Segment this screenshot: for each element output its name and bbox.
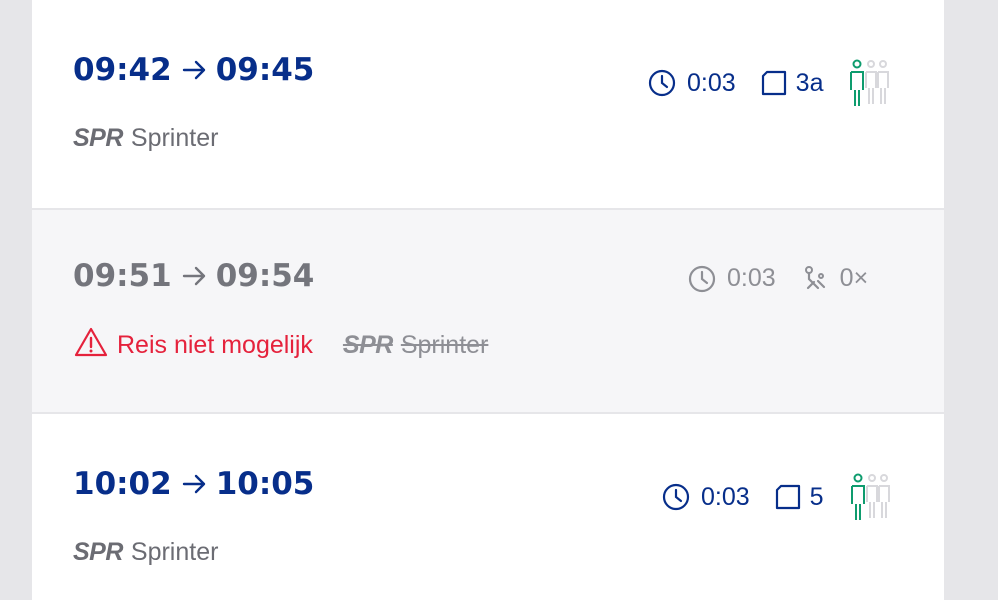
product-code: SPR	[342, 331, 393, 359]
trip-duration: 0:03	[727, 264, 776, 292]
product-name: Sprinter	[130, 124, 219, 152]
trip-option-cancelled[interactable]: 09:51 09:54 Reis niet mogelijk SPR Sprin…	[32, 210, 944, 412]
departure-time: 09:51	[73, 258, 172, 294]
arrival-time: 09:45	[215, 52, 315, 88]
trip-meta: 0:03 5	[662, 472, 896, 522]
clock-icon	[662, 483, 690, 511]
clock-icon	[688, 265, 716, 293]
product-name: Sprinter	[130, 538, 219, 566]
trip-status-row: Reis niet mogelijk SPR Sprinter	[73, 326, 488, 365]
arrow-right-icon	[182, 58, 208, 82]
transfer-count: 0×	[839, 264, 869, 292]
trip-duration: 0:03	[701, 482, 750, 511]
trip-option[interactable]: 09:42 09:45 SPR Sprinter 0:03 3a	[32, 0, 944, 208]
trip-times: 10:02 10:05	[73, 466, 314, 502]
platform-number: 5	[809, 482, 824, 511]
trip-list: 09:42 09:45 SPR Sprinter 0:03 3a 09:51 0…	[32, 0, 944, 600]
warning-text: Reis niet mogelijk	[117, 331, 313, 359]
trip-warning: Reis niet mogelijk	[73, 326, 313, 365]
crowding-icon	[846, 472, 896, 522]
trip-product-cancelled: SPR Sprinter	[343, 331, 488, 360]
arrival-time: 09:54	[215, 258, 315, 294]
trip-meta: 0:03 0×	[688, 264, 868, 293]
trip-times: 09:51 09:54	[73, 258, 314, 294]
arrow-right-icon	[182, 472, 208, 496]
product-code: SPR	[73, 538, 123, 566]
arrow-right-icon	[182, 264, 208, 288]
platform-icon	[760, 69, 788, 97]
platform-icon	[774, 483, 802, 511]
trip-meta: 0:03 3a	[648, 58, 895, 108]
trip-product: SPR Sprinter	[73, 124, 218, 153]
departure-time: 09:42	[73, 52, 172, 88]
warning-triangle-icon	[73, 326, 109, 365]
trip-product: SPR Sprinter	[73, 538, 218, 567]
trip-times: 09:42 09:45	[73, 52, 314, 88]
product-name: Sprinter	[400, 331, 489, 359]
platform-number: 3a	[795, 68, 824, 97]
crowding-icon	[845, 58, 895, 108]
departure-time: 10:02	[73, 466, 172, 502]
trip-duration: 0:03	[687, 68, 736, 97]
trip-option[interactable]: 10:02 10:05 SPR Sprinter 0:03 5	[32, 414, 944, 600]
product-code: SPR	[73, 124, 123, 152]
transfer-icon	[800, 265, 828, 293]
clock-icon	[648, 69, 676, 97]
arrival-time: 10:05	[215, 466, 315, 502]
